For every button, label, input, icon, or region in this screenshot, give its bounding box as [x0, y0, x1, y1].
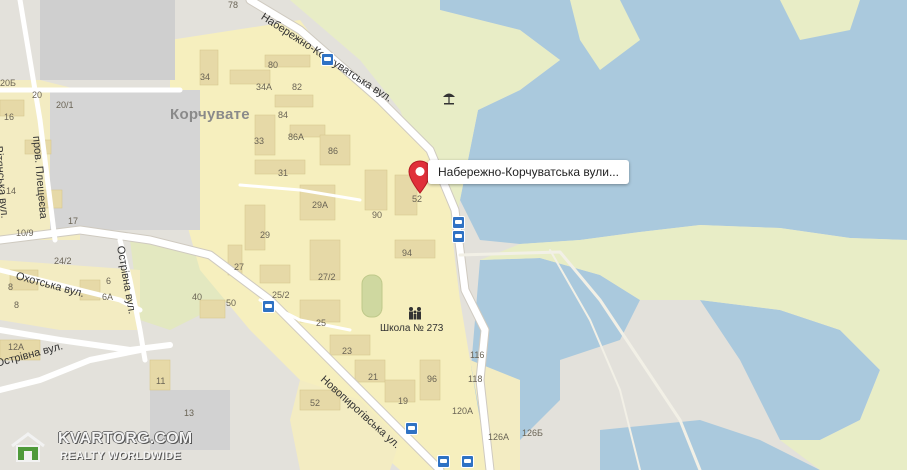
house-logo-icon	[11, 432, 45, 462]
house-number: 120А	[452, 406, 474, 416]
house-number: 20	[32, 90, 43, 100]
bus-stop-icon[interactable]	[405, 422, 418, 435]
bus-stop-icon[interactable]	[461, 455, 474, 468]
map-view[interactable]: Корчувате Набережно-Корчуватська вул. Но…	[0, 0, 907, 470]
watermark-title: KVARTORG.COM	[58, 430, 193, 447]
house-number: 14	[6, 186, 17, 196]
house-number: 12А	[8, 342, 25, 352]
district-label: Корчувате	[170, 106, 250, 123]
house-number: 96	[427, 374, 438, 384]
house-number: 25	[316, 318, 327, 328]
house-number: 16	[4, 112, 15, 122]
house-number: 13	[184, 408, 195, 418]
house-number: 8	[14, 300, 20, 310]
house-number: 6А	[102, 292, 114, 302]
house-number: 24/2	[54, 256, 72, 266]
house-number: 78	[228, 0, 239, 10]
house-number: 52	[412, 194, 423, 204]
house-number: 126Б	[522, 428, 543, 438]
house-number: 25/2	[272, 290, 290, 300]
kvartorg-watermark: KVARTORG.COM REALTY WORLDWIDE	[8, 429, 192, 465]
house-number: 11	[156, 376, 166, 386]
house-number: 86А	[288, 132, 305, 142]
house-number: 20Б	[0, 78, 16, 88]
house-number: 20/1	[56, 100, 74, 110]
school-icon[interactable]	[407, 306, 423, 320]
location-popup[interactable]: Набережно-Корчуватська вули...	[428, 160, 629, 184]
house-number: 6	[106, 276, 112, 286]
bus-stop-icon[interactable]	[321, 53, 334, 66]
house-number: 33	[254, 136, 265, 146]
house-number: 84	[278, 110, 289, 120]
school-label[interactable]: Школа № 273	[380, 323, 443, 334]
watermark-subtitle: REALTY WORLDWIDE	[60, 450, 182, 462]
house-number: 19	[398, 396, 409, 406]
bus-stop-icon[interactable]	[452, 230, 465, 243]
house-number: 31	[278, 168, 289, 178]
house-number: 80	[268, 60, 279, 70]
house-number: 27	[234, 262, 245, 272]
bus-stop-icon[interactable]	[262, 300, 275, 313]
house-number: 82	[292, 82, 303, 92]
house-number: 29А	[312, 200, 329, 210]
house-number: 29	[260, 230, 271, 240]
house-number: 34А	[256, 82, 273, 92]
house-number: 52	[310, 398, 321, 408]
house-number: 34	[200, 72, 211, 82]
house-number: 10/9	[16, 228, 34, 238]
house-number: 23	[342, 346, 353, 356]
house-number: 86	[328, 146, 339, 156]
bus-stop-icon[interactable]	[437, 455, 450, 468]
bus-stop-icon[interactable]	[452, 216, 465, 229]
house-number: 8	[8, 282, 14, 292]
house-number: 50	[226, 298, 237, 308]
house-number: 90	[372, 210, 383, 220]
house-number: 118	[468, 374, 483, 384]
house-number: 27/2	[318, 272, 336, 282]
house-number: 21	[368, 372, 379, 382]
house-number: 40	[192, 292, 203, 302]
location-popup-text: Набережно-Корчуватська вули...	[438, 165, 619, 179]
house-number: 116	[470, 350, 485, 360]
beach-icon[interactable]	[441, 89, 457, 105]
house-number: 17	[68, 216, 79, 226]
house-number: 94	[402, 248, 413, 258]
house-number: 126А	[488, 432, 510, 442]
